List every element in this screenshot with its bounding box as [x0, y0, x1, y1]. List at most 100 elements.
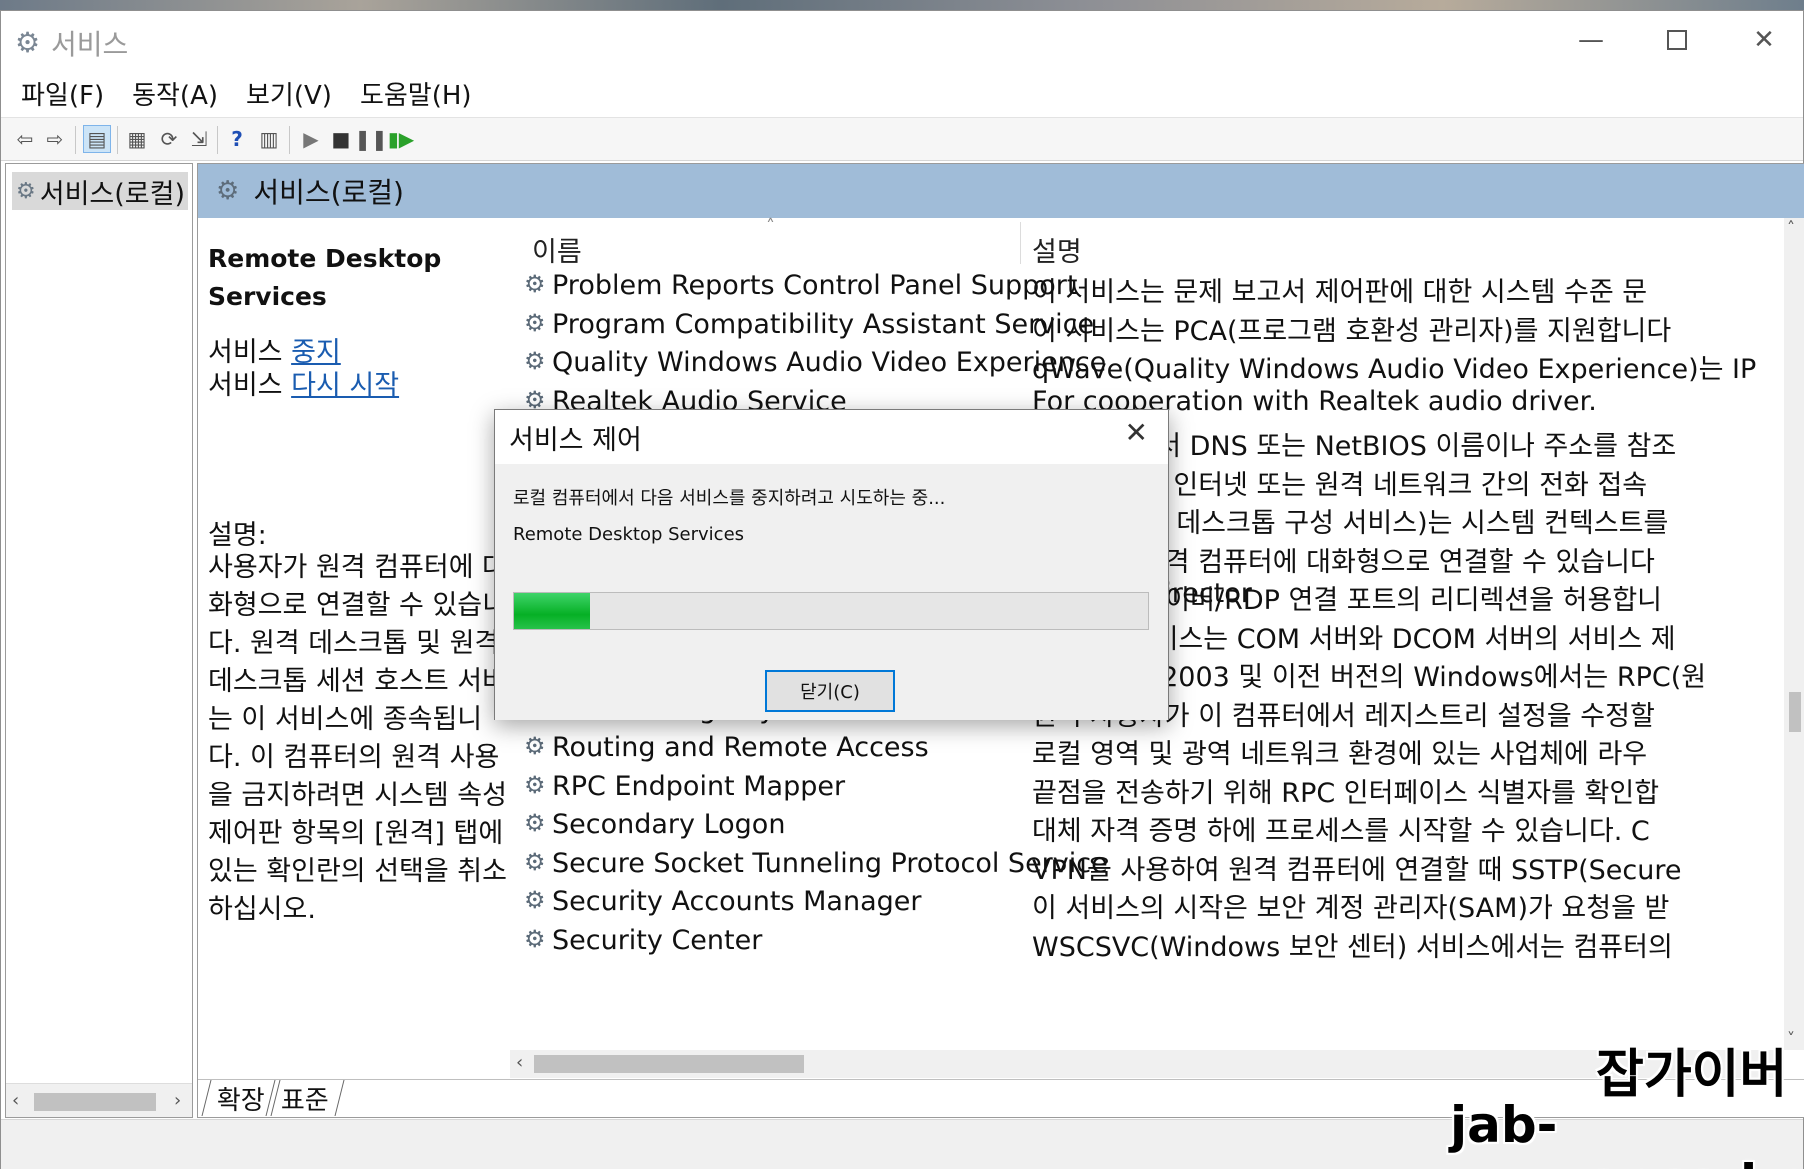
scroll-right-icon[interactable]: › — [174, 1090, 181, 1111]
tree-item-label: 서비스(로컬) — [39, 178, 186, 210]
service-gear-icon: ⚙ — [524, 308, 546, 337]
back-icon[interactable]: ⇦ — [11, 125, 39, 153]
service-row[interactable]: ⚙ Program Compatibility Assistant Service… — [510, 307, 1796, 345]
dialog-message: 로컬 컴퓨터에서 다음 서비스를 중지하려고 시도하는 중... — [513, 488, 946, 509]
service-gear-icon: ⚙ — [524, 347, 546, 375]
menu-action[interactable]: 동작(A) — [132, 75, 218, 112]
dialog-close-button[interactable]: 닫기(C) — [765, 670, 895, 712]
services-gear-icon: ⚙ — [15, 26, 41, 59]
scroll-left-icon[interactable]: ‹ — [12, 1090, 19, 1111]
service-description: WSCSVC(Windows 보안 센터) 서비스에서는 컴퓨터의 — [1032, 931, 1673, 961]
minimize-button[interactable]: — — [1561, 17, 1621, 63]
service-description: 로컬 영역 및 광역 네트워크 환경에 있는 사업체에 라우 — [1032, 739, 1648, 768]
dialog-title: 서비스 제어 — [509, 425, 642, 456]
start-service-icon[interactable]: ▶ — [297, 125, 325, 153]
forward-icon[interactable]: ⇨ — [41, 125, 69, 153]
view-icon[interactable]: ▥ — [255, 125, 283, 153]
service-control-dialog: 서비스 제어 ✕ 로컬 컴퓨터에서 다음 서비스를 중지하려고 시도하는 중..… — [494, 409, 1169, 720]
service-row[interactable]: ⚙ Quality Windows Audio Video Experience q… — [510, 345, 1796, 383]
menu-view[interactable]: 보기(V) — [246, 75, 332, 112]
service-name: Problem Reports Control Panel Support — [552, 270, 1078, 301]
service-description: 이 서비스는 문제 보고서 제어판에 대한 시스템 수준 문 — [1032, 277, 1648, 306]
pane-header-title: 서비스(로컬) — [253, 176, 404, 209]
tab-standard[interactable]: 표준 — [265, 1080, 345, 1116]
console-tree-icon[interactable]: ▤ — [83, 125, 111, 153]
service-name: Routing and Remote Access — [552, 732, 929, 763]
gear-icon: ⚙ — [16, 178, 36, 204]
service-gear-icon: ⚙ — [524, 770, 546, 799]
help-icon[interactable]: ? — [223, 125, 251, 153]
service-name: Program Compatibility Assistant Service — [552, 308, 1095, 340]
restart-service-link[interactable]: 다시 시작 — [291, 370, 399, 401]
dialog-body: 로컬 컴퓨터에서 다음 서비스를 중지하려고 시도하는 중... Remote … — [495, 464, 1168, 720]
service-row[interactable]: ⚙ Routing and Remote Access 로컬 영역 및 광역 네트워… — [510, 730, 1796, 768]
watermark-url: jab-guyver.co.kr — [1450, 1096, 1798, 1169]
service-description: 대체 자격 증명 하에 프로세스를 시작할 수 있습니다. C — [1032, 816, 1650, 845]
column-header-name[interactable]: 이름 — [532, 230, 582, 269]
menu-file[interactable]: 파일(F) — [21, 75, 104, 112]
properties-icon[interactable]: ▦ — [123, 125, 151, 153]
service-gear-icon: ⚙ — [524, 809, 546, 837]
tree-item-services-local[interactable]: ⚙ 서비스(로컬) — [12, 172, 188, 210]
service-gear-icon: ⚙ — [524, 732, 546, 760]
service-gear-icon: ⚙ — [524, 924, 546, 953]
selected-service-name: Remote Desktop Services — [208, 244, 442, 311]
vertical-scrollbar[interactable]: ˄ ˅ — [1784, 218, 1804, 1050]
service-row[interactable]: ⚙ Security Center WSCSVC(Windows 보안 센터) 서비… — [510, 923, 1796, 961]
service-row[interactable]: ⚙ Secure Socket Tunneling Protocol Servic… — [510, 846, 1796, 884]
gear-icon: ⚙ — [216, 176, 240, 206]
service-description: 이 서비스의 시작은 보안 계정 관리자(SAM)가 요청을 받 — [1032, 893, 1670, 922]
dialog-close-icon[interactable]: ✕ — [1125, 416, 1148, 449]
service-gear-icon: ⚙ — [524, 886, 546, 914]
service-row[interactable]: ⚙ Problem Reports Control Panel Support 이 … — [510, 268, 1796, 306]
service-gear-icon: ⚙ — [524, 847, 546, 876]
close-icon: ✕ — [1753, 25, 1775, 55]
service-detail-panel: Remote Desktop Services 서비스 중지 서비스 다시 시작… — [198, 218, 510, 1078]
maximize-button[interactable] — [1647, 17, 1707, 63]
window-title: 서비스 — [51, 28, 129, 61]
maximize-icon — [1667, 30, 1687, 50]
stop-progress-bar — [513, 592, 1149, 630]
service-name: RPC Endpoint Mapper — [552, 770, 846, 802]
scroll-up-icon[interactable]: ˄ — [1787, 218, 1795, 237]
scroll-thumb[interactable] — [34, 1093, 156, 1111]
menu-bar: 파일(F) 동작(A) 보기(V) 도움말(H) — [1, 69, 1803, 117]
service-description: 끝점을 전송하기 위해 RPC 인터페이스 식별자를 확인합 — [1032, 777, 1660, 807]
restart-action: 서비스 다시 시작 — [208, 370, 400, 401]
sort-ascending-icon: ˄ — [766, 216, 775, 237]
resume-service-icon[interactable]: ▮▶ — [387, 125, 415, 153]
service-name: Secondary Logon — [552, 809, 786, 840]
pane-header: ⚙ 서비스(로컬) — [198, 164, 1804, 218]
stop-service-icon[interactable]: ■ — [327, 125, 355, 153]
menu-help[interactable]: 도움말(H) — [360, 75, 472, 112]
description-text: 사용자가 원격 컴퓨터에 대화형으로 연결할 수 있습니다. 원격 데스크톱 및… — [208, 552, 507, 925]
scroll-thumb[interactable] — [534, 1055, 804, 1073]
service-description: 이 서비스는 PCA(프로그램 호환성 관리자)를 지원합니다 — [1032, 315, 1672, 345]
horizontal-scrollbar[interactable]: ‹ — [510, 1050, 1784, 1078]
export-list-icon[interactable]: ⇲ — [185, 125, 213, 153]
title-bar: ⚙ 서비스 — ✕ — [1, 11, 1803, 69]
scroll-thumb[interactable] — [1789, 692, 1801, 732]
service-row[interactable]: ⚙ Security Accounts Manager 이 서비스의 시작은 보안 … — [510, 884, 1796, 922]
service-row[interactable]: ⚙ RPC Endpoint Mapper 끝점을 전송하기 위해 RPC 인터페이… — [510, 769, 1796, 807]
service-row[interactable]: ⚙ Secondary Logon 대체 자격 증명 하에 프로세스를 시작할 수 … — [510, 807, 1796, 845]
scroll-left-icon[interactable]: ‹ — [516, 1052, 523, 1073]
service-gear-icon: ⚙ — [524, 270, 546, 298]
column-header-description[interactable]: 설명 — [1032, 230, 1082, 269]
service-name: Security Accounts Manager — [552, 886, 922, 917]
tree-horizontal-scrollbar[interactable]: ‹ › — [6, 1083, 192, 1117]
scroll-down-icon[interactable]: ˅ — [1787, 1029, 1795, 1048]
refresh-icon[interactable]: ⟳ — [155, 125, 183, 153]
close-window-button[interactable]: ✕ — [1734, 17, 1794, 63]
service-name: Secure Socket Tunneling Protocol Service — [552, 847, 1108, 879]
minimize-icon: — — [1578, 25, 1604, 55]
pause-service-icon[interactable]: ❚❚ — [354, 125, 388, 153]
service-name: Quality Windows Audio Video Experience — [552, 347, 1107, 378]
description-label: 설명: — [208, 520, 267, 551]
service-description: VPN을 사용하여 원격 컴퓨터에 연결할 때 SSTP(Secure — [1032, 854, 1682, 884]
list-header: ˄ 이름 설명 — [510, 216, 1804, 269]
toolbar: ⇦ ⇨ ▤ ▦ ⟳ ⇲ ? ▥ ▶ ■ ❚❚ ▮▶ — [1, 117, 1803, 161]
service-name: Security Center — [552, 924, 763, 956]
dialog-service-name: Remote Desktop Services — [513, 524, 745, 545]
console-tree: ⚙ 서비스(로컬) ‹ › — [5, 163, 193, 1118]
